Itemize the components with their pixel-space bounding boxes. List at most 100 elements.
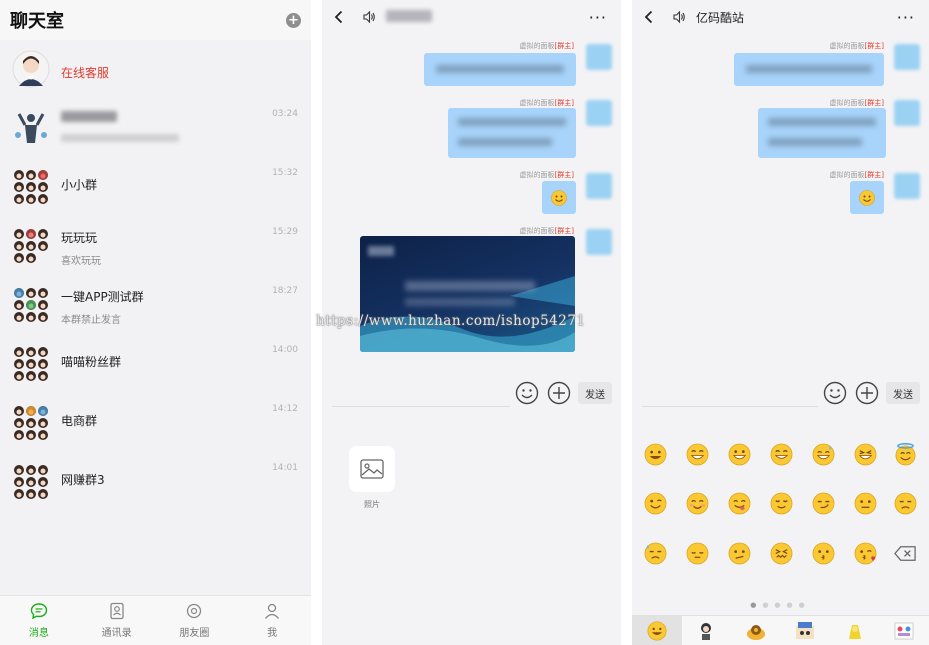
sweat-smile-emoji-icon[interactable] bbox=[812, 443, 835, 466]
kissing-emoji-icon[interactable] bbox=[812, 542, 835, 565]
conversation-list-panel: 聊天室 + 在线客服 03:24 小小群 15:32 玩玩玩 喜欢玩玩 15:2… bbox=[0, 0, 311, 645]
emoji-tab-sticker-1[interactable] bbox=[682, 616, 732, 645]
conversation-item-blurred[interactable]: 03:24 bbox=[0, 99, 311, 158]
tab-messages[interactable]: 消息 bbox=[0, 596, 78, 645]
send-button[interactable]: 发送 bbox=[886, 382, 920, 404]
chat-bubble-icon bbox=[30, 603, 48, 620]
message-bubble[interactable] bbox=[734, 53, 884, 86]
sender-avatar[interactable] bbox=[586, 173, 612, 199]
neutral-emoji-icon[interactable] bbox=[854, 492, 877, 515]
wink-emoji-icon[interactable] bbox=[644, 492, 667, 515]
conversation-item-group[interactable]: 玩玩玩 喜欢玩玩 15:29 bbox=[0, 217, 311, 276]
message-bubble[interactable] bbox=[448, 108, 576, 158]
card-image bbox=[360, 246, 575, 352]
blush-emoji-icon[interactable] bbox=[686, 492, 709, 515]
sender-avatar[interactable] bbox=[586, 100, 612, 126]
message-bubble[interactable] bbox=[424, 53, 576, 86]
downcast-sweat-emoji-icon[interactable] bbox=[644, 542, 667, 565]
yum-emoji-icon[interactable] bbox=[728, 492, 751, 515]
message-input[interactable] bbox=[642, 406, 818, 407]
sender-avatar[interactable] bbox=[894, 173, 920, 199]
chat-header: ··· bbox=[322, 0, 621, 34]
emoji-toggle-icon[interactable] bbox=[823, 381, 847, 405]
laughing-emoji-icon[interactable] bbox=[854, 443, 877, 466]
conversation-item-group[interactable]: 小小群 15:32 bbox=[0, 158, 311, 217]
message-input[interactable] bbox=[332, 406, 510, 407]
link-card-message[interactable] bbox=[360, 236, 575, 352]
group-avatar bbox=[14, 347, 48, 381]
message-bubble[interactable] bbox=[758, 108, 886, 158]
group-avatar bbox=[14, 465, 48, 499]
smirk-emoji-icon[interactable] bbox=[812, 492, 835, 515]
beaming-emoji-icon[interactable] bbox=[686, 443, 709, 466]
conversation-item-group[interactable]: 电商群 14:12 bbox=[0, 394, 311, 453]
grinning-emoji-icon[interactable] bbox=[728, 443, 751, 466]
emoji-tab-sticker-4[interactable] bbox=[830, 616, 880, 645]
sender-avatar[interactable] bbox=[894, 44, 920, 70]
backspace-icon[interactable] bbox=[894, 542, 917, 565]
conversation-name: 玩玩玩 bbox=[61, 231, 98, 245]
emoji-page-indicator: ●●●●● bbox=[750, 601, 811, 609]
back-arrow-icon[interactable] bbox=[642, 10, 656, 24]
message-sender: 虚拟的面板[群主] bbox=[519, 227, 574, 235]
conversation-time: 15:32 bbox=[272, 168, 298, 178]
sender-avatar[interactable] bbox=[586, 44, 612, 70]
emoji-tab-sticker-2[interactable] bbox=[731, 616, 781, 645]
plus-more-icon[interactable] bbox=[547, 381, 571, 405]
emoji-tab-sticker-5[interactable] bbox=[880, 616, 929, 645]
pensive-emoji-icon[interactable] bbox=[686, 542, 709, 565]
message-sender: 虚拟的面板[群主] bbox=[519, 171, 574, 179]
grin-emoji-icon[interactable] bbox=[644, 443, 667, 466]
kissing-heart-emoji-icon[interactable] bbox=[854, 542, 877, 565]
conversation-time: 18:27 bbox=[272, 286, 298, 296]
confounded-emoji-icon[interactable] bbox=[770, 542, 793, 565]
message-bubble[interactable] bbox=[542, 181, 576, 214]
tab-contacts[interactable]: 通讯录 bbox=[78, 596, 156, 645]
conversation-name: 网赚群3 bbox=[61, 473, 105, 487]
relieved-emoji-icon[interactable] bbox=[770, 492, 793, 515]
bottom-tab-bar: 消息 通讯录 朋友圈 我 bbox=[0, 595, 311, 645]
more-icon[interactable]: ··· bbox=[589, 8, 607, 27]
smile-emoji-icon bbox=[859, 189, 875, 206]
smiley-emoji-icon[interactable] bbox=[770, 443, 793, 466]
chat-input-bar: 发送 bbox=[632, 378, 929, 412]
emoji-tab-smileys[interactable] bbox=[632, 616, 682, 645]
sender-avatar[interactable] bbox=[894, 100, 920, 126]
watermark-text: https://www.huzhan.com/ishop54271 bbox=[316, 313, 586, 329]
list-header: 聊天室 + bbox=[0, 0, 311, 40]
speaker-icon[interactable] bbox=[672, 10, 686, 24]
conversation-item-group[interactable]: 网赚群3 14:01 bbox=[0, 453, 311, 512]
emoji-toggle-icon[interactable] bbox=[515, 381, 539, 405]
conversation-preview: 喜欢玩玩 bbox=[61, 256, 101, 267]
conversation-item-group[interactable]: 一键APP测试群 本群禁止发言 18:27 bbox=[0, 276, 311, 335]
sticker-pack-icon bbox=[701, 622, 712, 640]
unamused-emoji-icon[interactable] bbox=[894, 492, 917, 515]
plus-more-icon[interactable] bbox=[855, 381, 879, 405]
sender-avatar[interactable] bbox=[586, 229, 612, 255]
sticker-pack-icon bbox=[796, 621, 815, 639]
group-avatar bbox=[14, 229, 48, 263]
photo-tile[interactable] bbox=[349, 446, 395, 492]
message-bubble[interactable] bbox=[850, 181, 884, 214]
back-arrow-icon[interactable] bbox=[332, 10, 346, 24]
tab-label: 我 bbox=[267, 628, 278, 639]
halo-emoji-icon[interactable] bbox=[894, 443, 917, 466]
conversation-name: 电商群 bbox=[61, 414, 98, 428]
speaker-icon[interactable] bbox=[362, 10, 376, 24]
conversation-item-service[interactable]: 在线客服 bbox=[0, 40, 311, 99]
sticker-pack-icon bbox=[848, 624, 861, 639]
conversation-list: 在线客服 03:24 小小群 15:32 玩玩玩 喜欢玩玩 15:29 一键AP… bbox=[0, 40, 311, 512]
photo-label: 照片 bbox=[364, 500, 380, 509]
emoji-tab-sticker-3[interactable] bbox=[781, 616, 831, 645]
confused-emoji-icon[interactable] bbox=[728, 542, 751, 565]
more-icon[interactable]: ··· bbox=[897, 8, 915, 27]
photo-picker[interactable]: 照片 bbox=[349, 446, 395, 510]
tab-moments[interactable]: 朋友圈 bbox=[156, 596, 234, 645]
chat-title: 亿码酷站 bbox=[696, 10, 745, 25]
chat-panel-emoji: 亿码酷站 ··· 虚拟的面板[群主] 虚拟的面板[群主] 虚拟的面板[群主] 发… bbox=[632, 0, 929, 645]
tab-me[interactable]: 我 bbox=[233, 596, 311, 645]
add-icon[interactable]: + bbox=[286, 12, 301, 28]
conversation-item-group[interactable]: 喵喵粉丝群 14:00 bbox=[0, 335, 311, 394]
emoji-category-tabs bbox=[632, 615, 929, 645]
send-button[interactable]: 发送 bbox=[578, 382, 612, 404]
